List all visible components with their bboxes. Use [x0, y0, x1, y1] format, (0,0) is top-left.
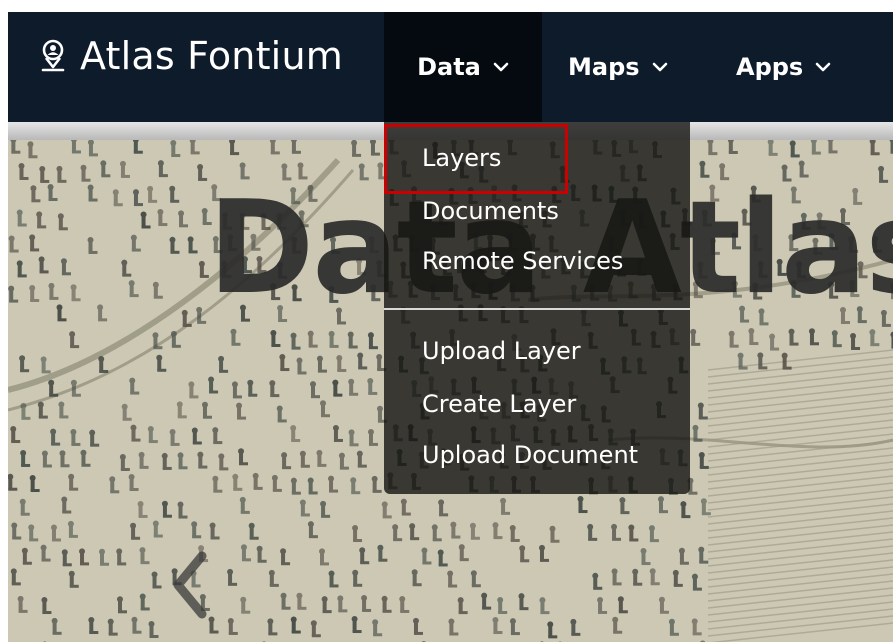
- page: Data Atlas F Atlas Fontium Data Maps: [0, 0, 893, 642]
- data-dropdown-menu: Layers Documents Remote Services Upload …: [384, 122, 690, 494]
- nav-data-label: Data: [417, 53, 481, 81]
- nav-data-menu[interactable]: Data: [384, 12, 542, 122]
- nav-maps-label: Maps: [568, 53, 640, 81]
- menu-item-upload-layer[interactable]: Upload Layer: [422, 333, 581, 369]
- menu-divider: [384, 308, 690, 310]
- chevron-down-icon: [815, 62, 831, 72]
- nav-apps-label: Apps: [736, 53, 804, 81]
- menu-item-remote-services[interactable]: Remote Services: [422, 243, 623, 279]
- brand-name: Atlas Fontium: [80, 34, 343, 78]
- menu-item-upload-document[interactable]: Upload Document: [422, 437, 638, 473]
- chevron-left-icon[interactable]: [170, 550, 210, 620]
- nav-maps-menu[interactable]: Maps: [568, 12, 668, 122]
- menu-item-layers[interactable]: Layers: [422, 140, 501, 176]
- chevron-down-icon: [493, 62, 509, 72]
- menu-item-documents[interactable]: Documents: [422, 193, 559, 229]
- nav-apps-menu[interactable]: Apps: [736, 12, 831, 122]
- map-pin-person-icon: [41, 39, 65, 72]
- brand-logo[interactable]: Atlas Fontium: [40, 32, 343, 80]
- chevron-down-icon: [652, 62, 667, 72]
- top-navbar: Atlas Fontium Data Maps Apps: [8, 12, 893, 122]
- menu-item-create-layer[interactable]: Create Layer: [422, 386, 576, 422]
